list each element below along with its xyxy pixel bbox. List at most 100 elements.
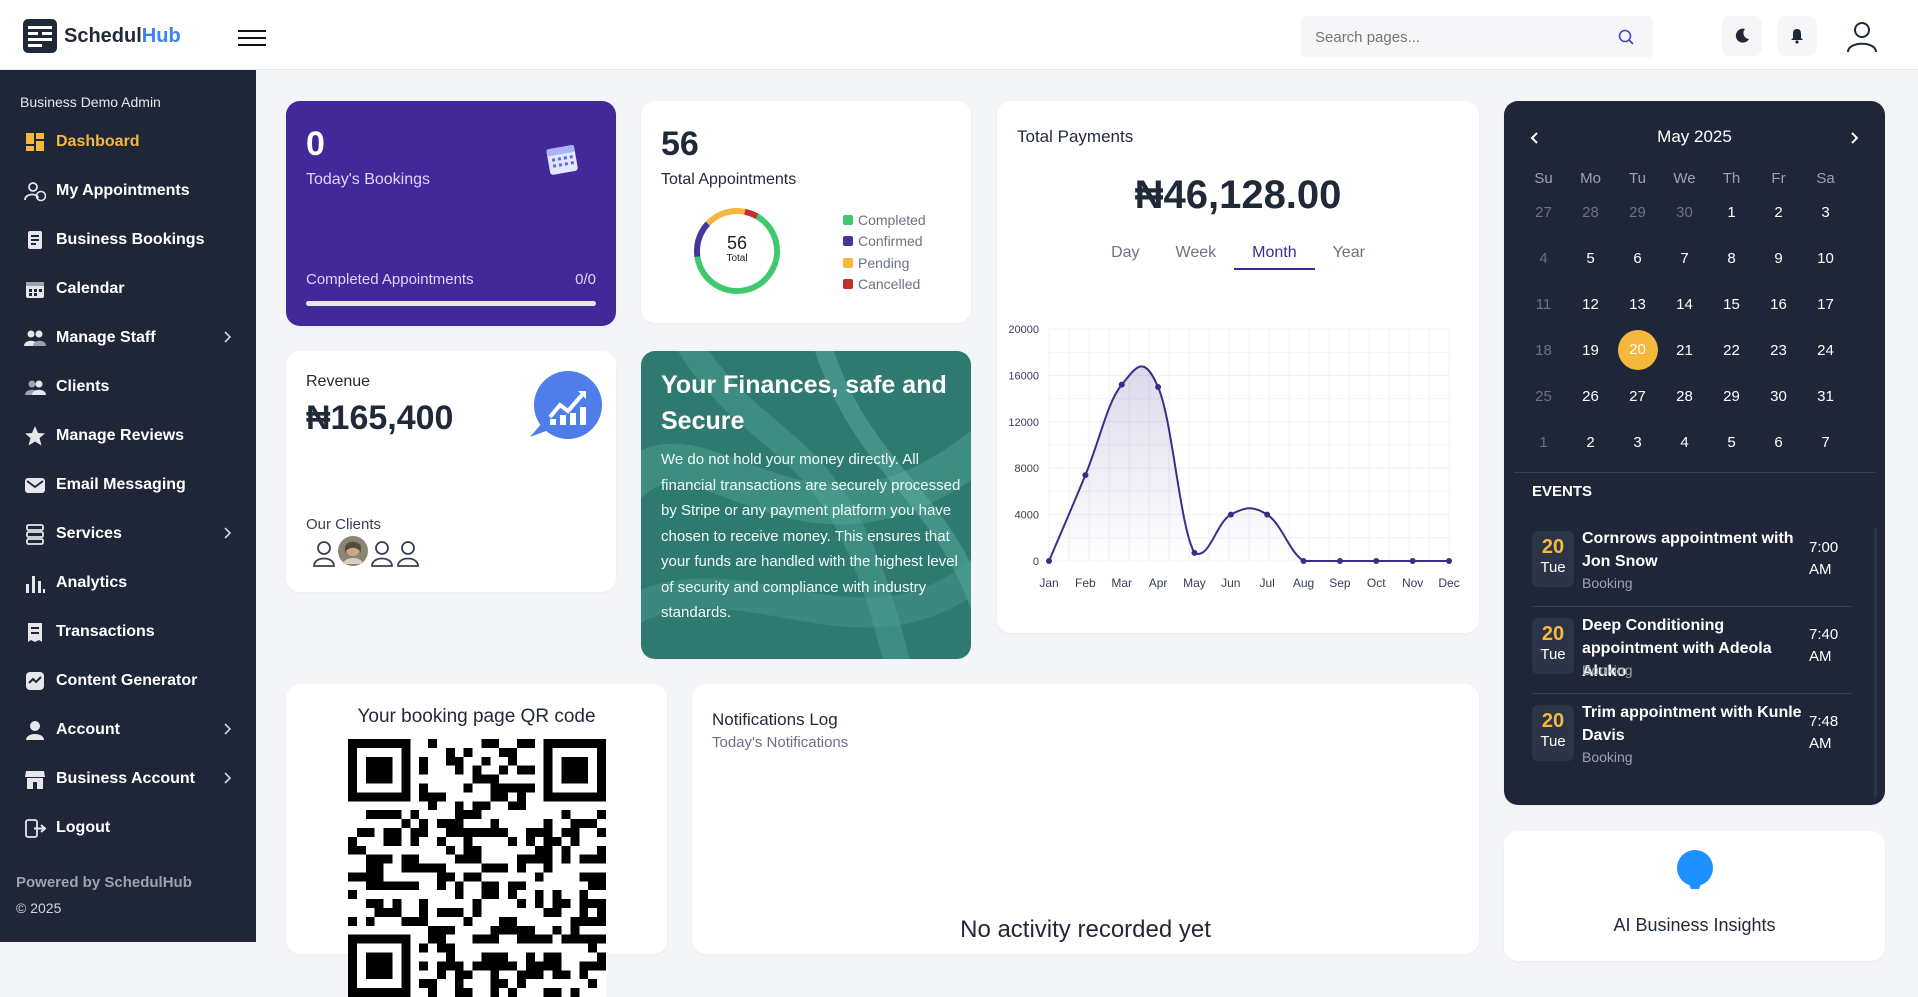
data-point[interactable]: [1046, 558, 1052, 564]
calendar-day[interactable]: 26: [1567, 388, 1614, 405]
calendar-day[interactable]: 6: [1614, 250, 1661, 267]
weekday-label: Sa: [1816, 169, 1835, 187]
client-avatar-icon[interactable]: [312, 539, 336, 567]
calendar-day[interactable]: 27: [1520, 204, 1567, 221]
data-point[interactable]: [1118, 381, 1125, 388]
calendar-day[interactable]: 3: [1802, 204, 1849, 221]
calendar-day[interactable]: 9: [1755, 250, 1802, 267]
calendar-day[interactable]: 30: [1755, 388, 1802, 405]
notifications-button[interactable]: [1777, 16, 1817, 56]
calendar-day[interactable]: 4: [1661, 434, 1708, 451]
calendar-day[interactable]: 27: [1614, 388, 1661, 405]
tab-month[interactable]: Month: [1234, 244, 1315, 270]
next-month-button[interactable]: [1839, 123, 1869, 153]
sidebar-item-my-appointments[interactable]: My Appointments: [0, 169, 256, 213]
calendar-day[interactable]: 5: [1567, 250, 1614, 267]
data-point[interactable]: [1336, 558, 1343, 564]
sidebar-item-clients[interactable]: Clients: [0, 365, 256, 409]
sidebar-item-label: Clients: [56, 378, 110, 395]
legend-item-pending[interactable]: Pending: [843, 252, 926, 274]
client-avatar-photo[interactable]: [338, 536, 368, 566]
data-point[interactable]: [1446, 558, 1452, 564]
calendar-day[interactable]: 29: [1708, 388, 1755, 405]
sidebar-item-business-bookings[interactable]: Business Bookings: [0, 218, 256, 262]
calendar-day[interactable]: 28: [1567, 204, 1614, 221]
sidebar-item-services[interactable]: Services: [0, 512, 256, 556]
calendar-day[interactable]: 2: [1567, 434, 1614, 451]
sidebar-item-dashboard[interactable]: Dashboard: [0, 120, 256, 164]
sidebar-item-manage-staff[interactable]: Manage Staff: [0, 316, 256, 360]
data-point[interactable]: [1300, 558, 1307, 564]
calendar-day[interactable]: 22: [1708, 342, 1755, 359]
calendar-day[interactable]: 14: [1661, 296, 1708, 313]
sidebar-item-account[interactable]: Account: [0, 708, 256, 752]
menu-toggle-icon[interactable]: [238, 30, 266, 48]
data-point[interactable]: [1373, 558, 1380, 564]
dark-mode-toggle[interactable]: [1722, 16, 1762, 56]
calendar-day[interactable]: 7: [1802, 434, 1849, 451]
calendar-day[interactable]: 21: [1661, 342, 1708, 359]
calendar-day-today[interactable]: 20: [1614, 330, 1661, 370]
calendar-day[interactable]: 6: [1755, 434, 1802, 451]
calendar-day[interactable]: 18: [1520, 342, 1567, 359]
sidebar-item-logout[interactable]: Logout: [0, 806, 256, 850]
sidebar-item-calendar[interactable]: Calendar: [0, 267, 256, 311]
legend-item-cancelled[interactable]: Cancelled: [843, 274, 926, 296]
calendar-day[interactable]: 8: [1708, 250, 1755, 267]
tab-week[interactable]: Week: [1158, 244, 1235, 270]
profile-button[interactable]: [1842, 16, 1882, 56]
calendar-day[interactable]: 15: [1708, 296, 1755, 313]
calendar-day[interactable]: 30: [1661, 204, 1708, 221]
calendar-day[interactable]: 29: [1614, 204, 1661, 221]
data-point[interactable]: [1191, 549, 1198, 556]
calendar-day[interactable]: 10: [1802, 250, 1849, 267]
calendar-day[interactable]: 1: [1520, 434, 1567, 451]
sidebar-item-content-generator[interactable]: Content Generator: [0, 659, 256, 703]
sidebar-item-manage-reviews[interactable]: Manage Reviews: [0, 414, 256, 458]
calendar-day[interactable]: 24: [1802, 342, 1849, 359]
calendar-day[interactable]: 11: [1520, 296, 1567, 313]
data-point[interactable]: [1264, 511, 1271, 518]
logo[interactable]: SchedulHub: [22, 18, 181, 54]
x-tick-label: Mar: [1111, 576, 1132, 590]
calendar-day[interactable]: 7: [1661, 250, 1708, 267]
data-point[interactable]: [1155, 384, 1162, 390]
client-avatar-icon[interactable]: [370, 539, 394, 567]
calendar-icon: [24, 278, 46, 300]
search-input[interactable]: [1301, 16, 1601, 58]
sidebar-item-email-messaging[interactable]: Email Messaging: [0, 463, 256, 507]
calendar-day[interactable]: 23: [1755, 342, 1802, 359]
calendar-day[interactable]: 25: [1520, 388, 1567, 405]
event-item[interactable]: 20 Tue Trim appointment with Kunle Davis Bo…: [1532, 695, 1852, 781]
calendar-day[interactable]: 2: [1755, 204, 1802, 221]
calendar-day[interactable]: 28: [1661, 388, 1708, 405]
calendar-day[interactable]: 17: [1802, 296, 1849, 313]
tab-day[interactable]: Day: [1093, 244, 1157, 270]
data-point[interactable]: [1227, 511, 1234, 518]
tab-year[interactable]: Year: [1315, 244, 1383, 270]
calendar-day[interactable]: 1: [1708, 204, 1755, 221]
calendar-day[interactable]: 4: [1520, 250, 1567, 267]
sidebar-item-analytics[interactable]: Analytics: [0, 561, 256, 605]
event-item[interactable]: 20 Tue Cornrows appointment with Jon Snow B…: [1532, 521, 1852, 607]
calendar-day[interactable]: 31: [1802, 388, 1849, 405]
calendar-day[interactable]: 19: [1567, 342, 1614, 359]
calendar-day[interactable]: 12: [1567, 296, 1614, 313]
client-avatar-icon[interactable]: [396, 539, 420, 567]
calendar-day[interactable]: 3: [1614, 434, 1661, 451]
x-tick-label: Oct: [1367, 576, 1386, 590]
legend-item-completed[interactable]: Completed: [843, 209, 926, 231]
booking-qr-code[interactable]: [348, 739, 606, 997]
donut-total-label: Total: [726, 253, 748, 264]
data-point[interactable]: [1082, 472, 1089, 479]
calendar-day[interactable]: 5: [1708, 434, 1755, 451]
sidebar-item-transactions[interactable]: Transactions: [0, 610, 256, 654]
calendar-day[interactable]: 16: [1755, 296, 1802, 313]
data-point[interactable]: [1409, 558, 1416, 564]
event-item[interactable]: 20 Tue Deep Conditioning appointment with …: [1532, 608, 1852, 694]
events-scrollbar[interactable]: [1874, 527, 1877, 797]
calendar-day[interactable]: 13: [1614, 296, 1661, 313]
search-icon[interactable]: [1617, 28, 1635, 46]
sidebar-item-business-account[interactable]: Business Account: [0, 757, 256, 801]
legend-item-confirmed[interactable]: Confirmed: [843, 231, 926, 253]
